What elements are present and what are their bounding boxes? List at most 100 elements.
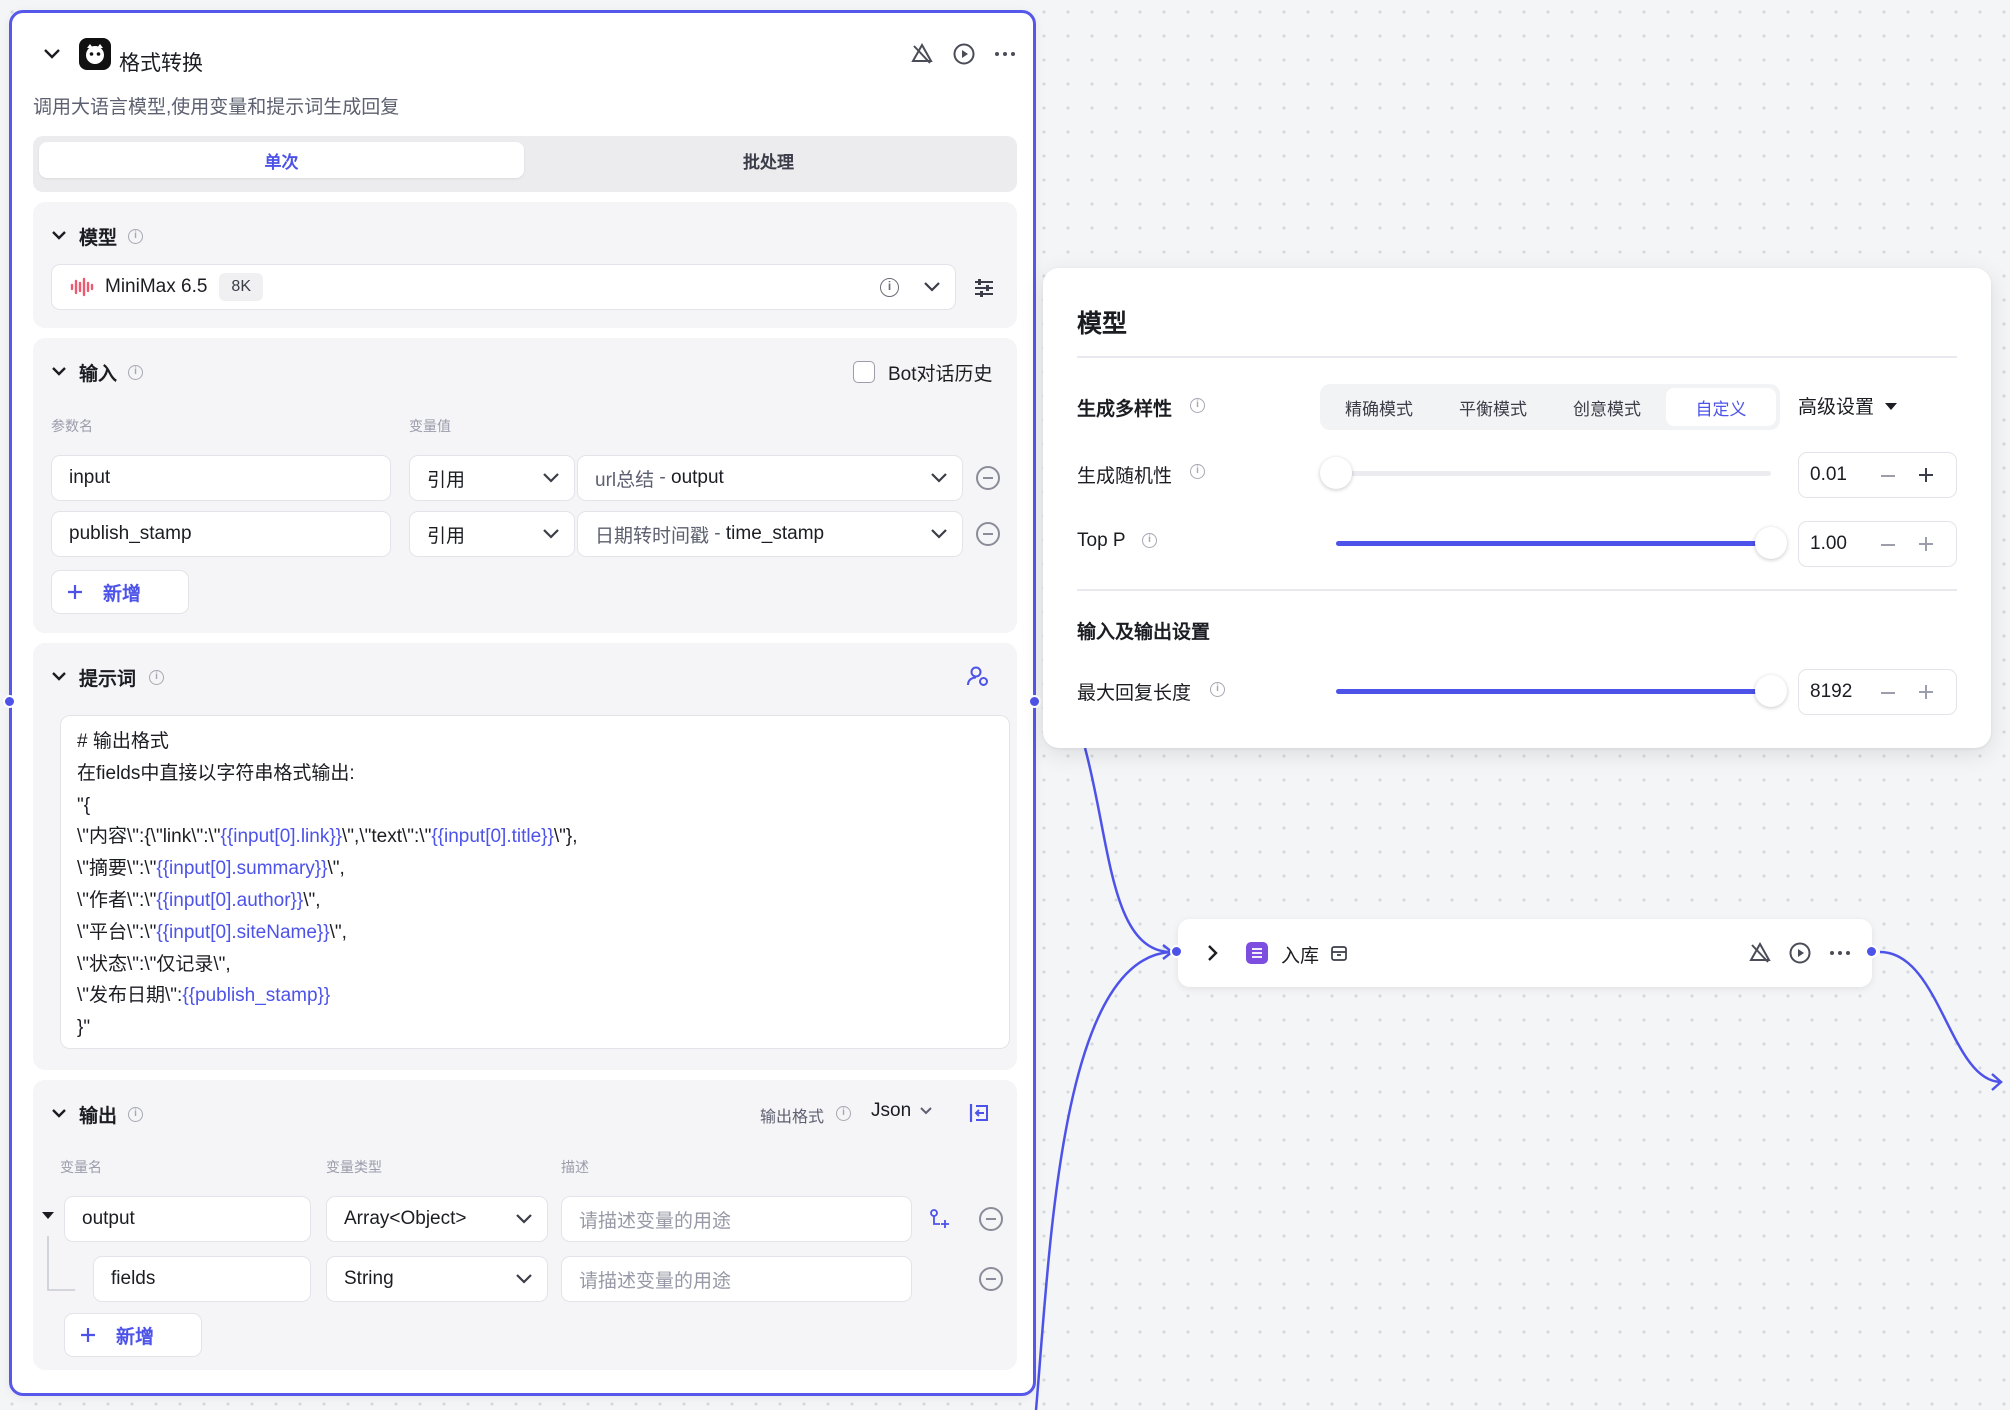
ref-type-select[interactable]: 引用 [409,511,575,557]
prompt-variable: {{input[0].link}} [220,826,343,848]
input-port[interactable] [3,695,16,708]
model-info-icon[interactable]: i [880,278,899,297]
max-tokens-value[interactable]: 8192 [1810,681,1852,703]
section-chevron-icon[interactable] [51,366,67,376]
node-title[interactable]: 格式转换 [119,47,203,77]
info-icon[interactable]: i [128,1107,143,1122]
increment-icon[interactable] [1918,536,1934,552]
ref-source-select[interactable]: 日期转时间戳 - time_stamp [577,511,963,557]
section-chevron-icon[interactable] [51,230,67,240]
prompt-text: \"发布日期\": [77,985,183,1007]
collapse-chevron-icon[interactable] [38,40,66,68]
calendar-icon [1330,944,1348,962]
prompt-variable: {{input[0].siteName}} [156,921,330,943]
debug-off-icon[interactable] [1743,936,1777,970]
prompt-editor[interactable]: # 输出格式 在fields中直接以字符串格式输出: "{\"内容\":{\"lin… [60,715,1010,1049]
info-icon[interactable]: i [1142,533,1157,548]
storage-node-title: 入库 [1281,946,1320,967]
mode-custom[interactable]: 自定义 [1666,388,1776,426]
output-port[interactable] [1028,695,1041,708]
top-p-value[interactable]: 1.00 [1810,533,1847,555]
model-name: MiniMax 6.5 [105,276,208,297]
increment-icon[interactable] [1918,684,1934,700]
ref-source-select[interactable]: url总结 - output [577,455,963,501]
output-section-title: 输出 [79,1106,118,1127]
output-format-select[interactable]: Json [871,1100,933,1122]
prompt-line: \"状态\":\"仅记录\", [77,949,993,981]
output-var-desc-input[interactable]: 请描述变量的用途 [561,1196,912,1242]
temperature-slider-thumb[interactable] [1320,457,1352,489]
model-settings-icon[interactable] [970,274,998,302]
output-var-name-input[interactable]: fields [93,1256,311,1302]
info-icon[interactable]: i [1190,464,1205,479]
info-icon[interactable]: i [1210,682,1225,697]
more-icon[interactable] [988,37,1022,71]
decrement-icon[interactable] [1881,544,1895,546]
storage-node-card[interactable]: 入库 [1178,919,1872,987]
max-tokens-slider-thumb[interactable] [1755,675,1787,707]
storage-output-port[interactable] [1865,945,1878,958]
prompt-variable: {{input[0].author}} [156,889,304,911]
tab-batch[interactable]: 批处理 [526,142,1011,178]
output-var-name-input[interactable]: output [64,1196,311,1242]
output-var-desc-input[interactable]: 请描述变量的用途 [561,1256,912,1302]
remove-param-icon[interactable] [976,522,1000,546]
info-icon[interactable]: i [128,229,143,244]
expand-chevron-icon[interactable] [1200,939,1226,967]
mode-balanced[interactable]: 平衡模式 [1438,388,1548,426]
decrement-icon[interactable] [1881,692,1895,694]
max-tokens-label: 最大回复长度 [1077,683,1192,704]
max-tokens-stepper[interactable]: 8192 [1798,669,1957,715]
output-var-type-select[interactable]: Array<Object> [326,1196,548,1242]
mode-precise[interactable]: 精确模式 [1324,388,1434,426]
remove-output-icon[interactable] [979,1267,1003,1291]
info-icon[interactable]: i [149,670,164,685]
info-icon[interactable]: i [836,1106,851,1121]
debug-off-icon[interactable] [905,37,939,71]
add-output-button[interactable]: 新增 [64,1313,202,1357]
model-select[interactable]: MiniMax 6.5 8K i [51,264,956,310]
temperature-stepper[interactable]: 0.01 [1798,452,1957,498]
run-mode-tabs: 单次 批处理 [33,136,1017,192]
llm-node-card[interactable]: 格式转换 调用大语言模型,使用变量和提示词生成回复 单次 批处理 模型 i Mi… [9,10,1036,1396]
info-icon[interactable]: i [1190,398,1205,413]
temperature-slider[interactable] [1320,457,1771,489]
storage-input-port[interactable] [1170,945,1183,958]
max-tokens-slider-fill [1336,689,1771,694]
output-var-type-select[interactable]: String [326,1256,548,1302]
remove-output-icon[interactable] [979,1207,1003,1231]
ref-type-select[interactable]: 引用 [409,455,575,501]
add-input-button[interactable]: 新增 [51,570,189,614]
tab-single[interactable]: 单次 [39,142,524,178]
ref-source-node: 日期转时间戳 [595,525,710,547]
increment-icon[interactable] [1918,467,1934,483]
section-chevron-icon[interactable] [51,1108,67,1118]
bot-history-checkbox[interactable] [853,361,875,383]
param-name-input[interactable]: publish_stamp [51,511,391,557]
more-icon[interactable] [1823,936,1857,970]
output-format-value: Json [871,1100,912,1121]
param-value-header: 变量值 [409,418,451,434]
info-icon[interactable]: i [128,365,143,380]
param-name-input[interactable]: input [51,455,391,501]
prompt-text: \"作者\":\" [77,889,157,911]
ref-type-value: 引用 [427,469,466,491]
add-child-icon[interactable] [926,1205,954,1233]
run-icon[interactable] [947,37,981,71]
top-p-slider[interactable] [1336,527,1787,559]
decrement-icon[interactable] [1881,475,1895,477]
max-tokens-slider[interactable] [1336,675,1787,707]
top-p-stepper[interactable]: 1.00 [1798,521,1957,567]
prompt-library-icon[interactable] [963,661,993,691]
import-icon[interactable] [964,1098,994,1128]
top-p-slider-thumb[interactable] [1755,527,1787,559]
advanced-settings-toggle[interactable]: 高级设置 [1798,392,1898,419]
diversity-label: 生成多样性 [1077,399,1173,420]
prompt-variable: {{input[0].title}} [431,826,554,848]
prompt-line: "{ [77,790,993,822]
mode-creative[interactable]: 创意模式 [1552,388,1662,426]
temperature-value[interactable]: 0.01 [1810,464,1847,486]
run-icon[interactable] [1783,936,1817,970]
section-chevron-icon[interactable] [51,671,67,681]
remove-param-icon[interactable] [976,466,1000,490]
